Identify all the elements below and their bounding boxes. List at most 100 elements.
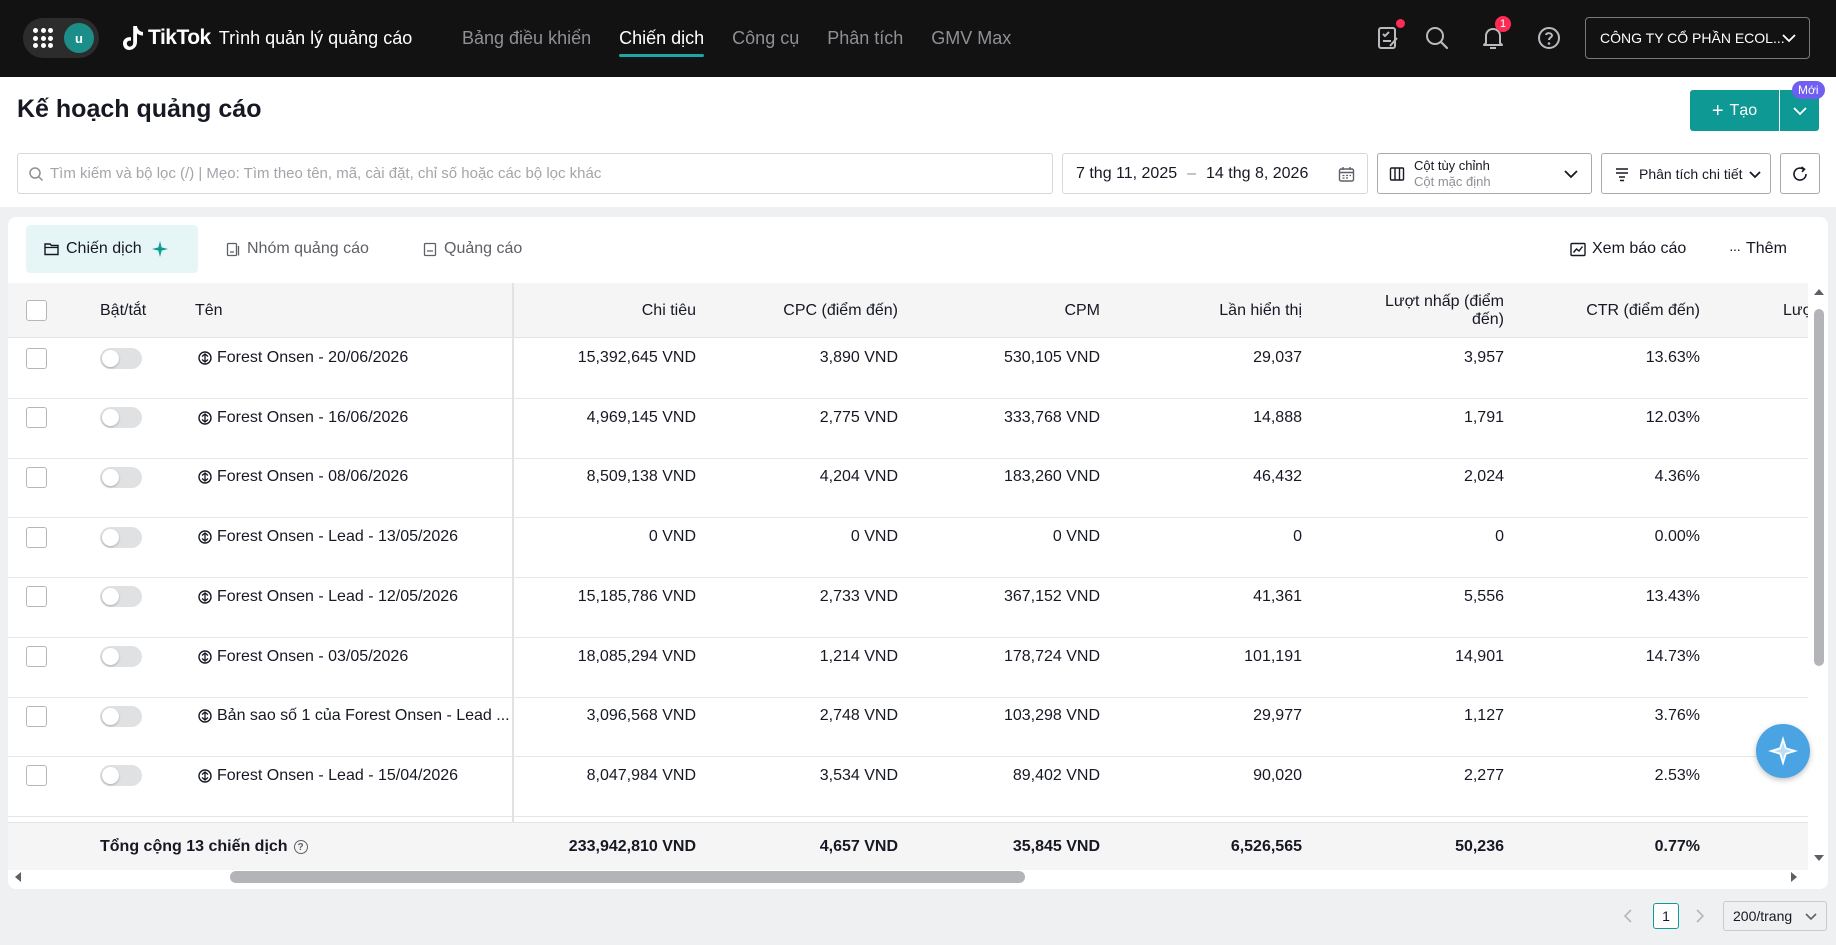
tab-campaigns[interactable]: Chiến dịch (26, 225, 198, 273)
campaign-name: Forest Onsen - 03/05/2026 (217, 647, 409, 665)
column-header-cpc[interactable]: CPC (điểm đến) (698, 283, 898, 338)
table-row[interactable]: Forest Onsen - 20/06/2026 15,392,645 VND 3… (8, 339, 1808, 399)
nav-tools[interactable]: Công cụ (732, 0, 799, 77)
table-row[interactable]: Forest Onsen - Lead - 12/05/2026 15,185,7… (8, 578, 1808, 638)
campaign-name-cell[interactable]: Forest Onsen - 20/06/2026 (198, 339, 510, 377)
table-row[interactable]: Forest Onsen - Lead - 15/04/2026 8,047,98… (8, 757, 1808, 817)
cell-cpc: 0 VND (850, 528, 898, 546)
column-header-toggle[interactable]: Bật/tắt (100, 283, 146, 338)
select-all-checkbox[interactable] (26, 283, 47, 338)
table-row[interactable]: Forest Onsen - 08/06/2026 8,509,138 VND 4,… (8, 458, 1808, 519)
refresh-button[interactable] (1780, 153, 1820, 194)
row-checkbox[interactable] (26, 399, 47, 437)
campaign-name-cell[interactable]: Bản sao số 1 của Forest Onsen - Lead ... (198, 697, 510, 735)
create-button[interactable]: + Tạo (1690, 90, 1779, 131)
search-input[interactable]: Tìm kiếm và bộ lọc (/) | Mẹo: Tìm theo t… (17, 153, 1053, 194)
report-icon (1570, 242, 1586, 256)
table-row[interactable]: Forest Onsen - 03/05/2026 18,085,294 VND 1… (8, 638, 1808, 698)
chevron-down-icon (1782, 34, 1796, 43)
campaign-toggle[interactable] (100, 697, 142, 735)
nav-gmv-max[interactable]: GMV Max (931, 0, 1011, 77)
campaign-name: Forest Onsen - Lead - 13/05/2026 (217, 528, 459, 546)
help-icon[interactable] (1535, 24, 1563, 52)
nav-analytics[interactable]: Phân tích (827, 0, 903, 77)
help-icon[interactable]: ? (293, 840, 308, 854)
scroll-down-arrow-icon[interactable] (1813, 854, 1825, 862)
row-checkbox[interactable] (26, 697, 47, 735)
cell-spend: 15,185,786 VND (577, 587, 696, 605)
frozen-column-divider (512, 283, 514, 869)
column-header-name[interactable]: Tên (195, 283, 223, 338)
campaign-name-cell[interactable]: Forest Onsen - 16/06/2026 (198, 399, 510, 437)
view-report-button[interactable]: Xem báo cáo (1570, 225, 1686, 273)
nav-dashboard[interactable]: Bảng điều khiển (462, 0, 591, 77)
campaign-toggle[interactable] (100, 638, 142, 676)
column-header-spend[interactable]: Chi tiêu (518, 283, 696, 338)
nav-campaigns[interactable]: Chiến dịch (619, 0, 705, 77)
horizontal-scroll-thumb[interactable] (230, 871, 1025, 883)
avatar[interactable]: u (64, 23, 94, 53)
campaign-toggle[interactable] (100, 399, 142, 437)
more-button[interactable]: ··· Thêm (1729, 225, 1787, 273)
page-size-select[interactable]: 200/trang (1723, 901, 1827, 931)
search-icon[interactable] (1423, 24, 1451, 52)
table-row[interactable]: Forest Onsen - Lead - 13/05/2026 0 VND 0 V… (8, 518, 1808, 579)
tab-ads[interactable]: Quảng cáo (423, 225, 522, 273)
campaign-toggle[interactable] (100, 518, 142, 556)
app-switcher[interactable]: u (23, 18, 99, 58)
scroll-up-arrow-icon[interactable] (1813, 288, 1825, 296)
table-row[interactable]: Bản sao số 1 của Forest Onsen - Lead ...… (8, 697, 1808, 758)
chevron-down-icon (1564, 170, 1578, 179)
total-impressions: 6,526,565 (1230, 838, 1302, 855)
column-header-clicks[interactable]: Lượt nhấp (điểm đến) (1304, 283, 1504, 338)
table-total-row: Tổng cộng 13 chiến dịch ? 233,942,810 VN… (8, 822, 1808, 870)
tab-adgroups[interactable]: Nhóm quảng cáo (226, 225, 369, 273)
campaign-toggle[interactable] (100, 757, 142, 795)
row-checkbox[interactable] (26, 518, 47, 556)
breakdown-analysis-select[interactable]: Phân tích chi tiết (1601, 153, 1771, 194)
campaign-name-cell[interactable]: Forest Onsen - Lead - 12/05/2026 (198, 578, 510, 616)
cell-ctr: 2.53% (1654, 766, 1700, 784)
row-checkbox[interactable] (26, 339, 47, 377)
ai-assistant-button[interactable] (1756, 724, 1810, 778)
clicks-header-line2: đến) (1471, 310, 1504, 328)
account-selector[interactable]: CÔNG TY CỔ PHẦN ECOL... (1585, 17, 1810, 59)
scroll-left-arrow-icon[interactable] (14, 871, 22, 883)
campaign-toggle[interactable] (100, 458, 142, 496)
campaign-name-cell[interactable]: Forest Onsen - 03/05/2026 (198, 638, 510, 676)
column-header-impressions[interactable]: Lần hiển thị (1102, 283, 1302, 338)
row-checkbox[interactable] (26, 578, 47, 616)
date-start: 7 thg 11, 2025 (1076, 164, 1178, 182)
prev-page-icon[interactable] (1623, 909, 1633, 923)
cell-cpm: 183,260 VND (1003, 468, 1100, 486)
campaign-name-cell[interactable]: Forest Onsen - Lead - 15/04/2026 (198, 757, 510, 795)
column-header-ctr[interactable]: CTR (điểm đến) (1506, 283, 1700, 338)
row-checkbox[interactable] (26, 638, 47, 676)
column-header-cpm[interactable]: CPM (900, 283, 1100, 338)
campaign-name-cell[interactable]: Forest Onsen - Lead - 13/05/2026 (198, 518, 510, 556)
cell-clicks: 2,277 (1463, 766, 1504, 784)
custom-columns-select[interactable]: Cột tùy chỉnh Cột mặc định (1377, 153, 1592, 194)
row-checkbox[interactable] (26, 757, 47, 795)
scroll-right-arrow-icon[interactable] (1790, 871, 1798, 883)
page-number-current[interactable]: 1 (1653, 903, 1679, 929)
cell-ctr: 3.76% (1654, 707, 1700, 725)
cell-ctr: 4.36% (1654, 468, 1700, 486)
vertical-scroll-thumb[interactable] (1814, 309, 1824, 666)
campaign-name: Bản sao số 1 của Forest Onsen - Lead ... (217, 707, 510, 725)
next-page-icon[interactable] (1695, 909, 1705, 923)
cell-ctr: 14.73% (1645, 647, 1700, 665)
campaign-toggle[interactable] (100, 339, 142, 377)
apps-grid-icon[interactable] (33, 28, 53, 48)
row-checkbox[interactable] (26, 458, 47, 496)
tab-adgroups-label: Nhóm quảng cáo (247, 240, 369, 257)
date-range-picker[interactable]: 7 thg 11, 2025 – 14 thg 8, 2026 (1062, 153, 1368, 194)
cell-spend: 3,096,568 VND (586, 707, 696, 725)
campaign-toggle[interactable] (100, 578, 142, 616)
campaign-name-cell[interactable]: Forest Onsen - 08/06/2026 (198, 458, 510, 496)
task-checklist-icon[interactable] (1374, 24, 1402, 52)
chevron-down-icon (1749, 171, 1761, 179)
tiktok-logo[interactable]: TikTok Trình quản lý quảng cáo (122, 22, 412, 54)
table-row[interactable]: Forest Onsen - 16/06/2026 4,969,145 VND 2,… (8, 399, 1808, 459)
column-header-next-partial[interactable]: Lượ (1783, 283, 1808, 338)
